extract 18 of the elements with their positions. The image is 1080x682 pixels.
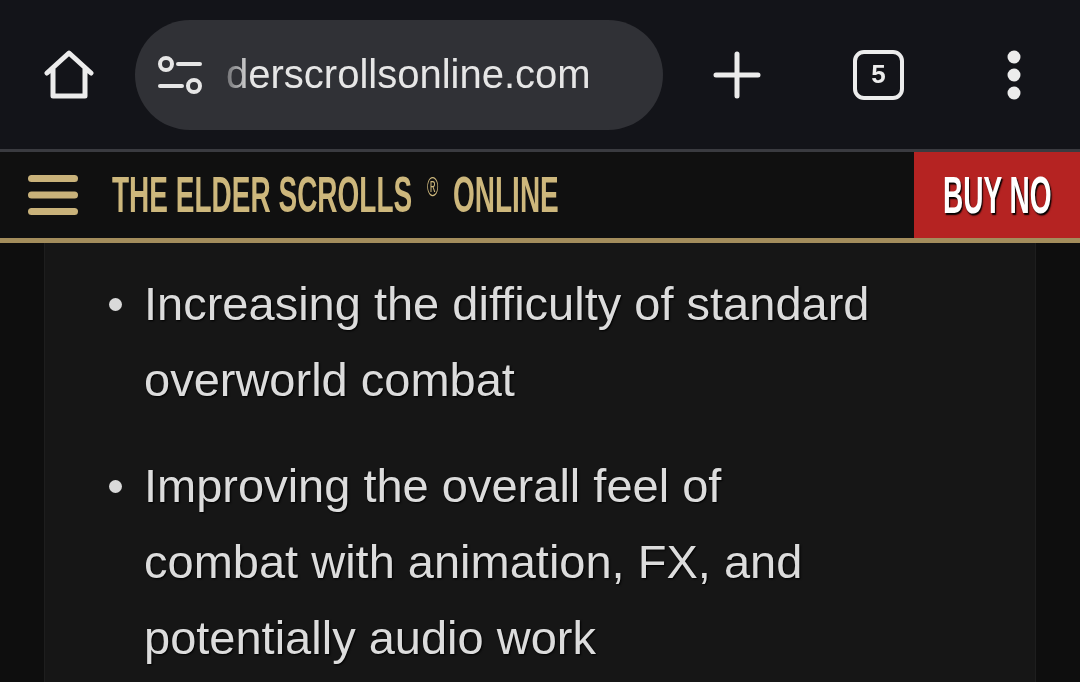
- plus-icon: [713, 50, 761, 99]
- site-logo-text[interactable]: THE ELDER SCROLLS $^{®}$ ONLINE: [112, 170, 559, 220]
- tab-switcher-button[interactable]: 5: [853, 49, 904, 100]
- more-menu-button[interactable]: [1007, 49, 1021, 100]
- buy-now-button[interactable]: BUY NO: [914, 152, 1080, 238]
- address-bar[interactable]: derscrollsonline.com: [135, 19, 663, 130]
- bullet-icon: [109, 480, 122, 493]
- home-button[interactable]: [43, 49, 95, 100]
- menu-icon: [1007, 49, 1021, 100]
- bullet-icon: [109, 298, 122, 311]
- url-text: derscrollsonline.com: [226, 52, 591, 97]
- home-icon: [43, 49, 95, 100]
- new-tab-button[interactable]: [713, 50, 761, 99]
- menu-icon: [28, 175, 78, 215]
- list-item-text: Improving the overall feel of combat with animation, FX, and potentially audio work: [144, 458, 804, 666]
- list-item-text: Increasing the difficulty of standard overworld combat: [144, 276, 871, 408]
- site-menu-button[interactable]: [28, 175, 78, 215]
- site-settings-icon[interactable]: [158, 55, 202, 94]
